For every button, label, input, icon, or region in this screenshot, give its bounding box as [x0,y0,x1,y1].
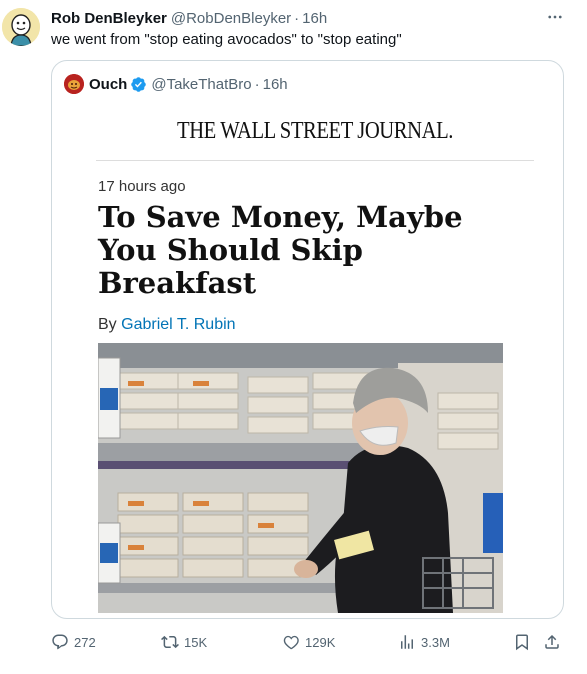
views-count: 3.3M [421,634,450,650]
quote-author-handle[interactable]: @TakeThatBro [151,76,251,93]
repost-count: 15K [184,634,208,650]
more-horizontal-icon[interactable] [541,6,569,28]
shopper-in-egg-aisle-photo [98,343,503,613]
article-byline: By Gabriel T. Rubin [98,316,236,334]
reply-count: 272 [74,634,96,650]
tweet-text: we went from "stop eating avocados" to "… [51,31,402,48]
share-button[interactable] [543,627,561,657]
tweet[interactable]: Rob DenBleyker @RobDenBleyker · 16h we w… [0,0,587,674]
publication-masthead: THE WALL STREET JOURNAL. [177,118,453,144]
views-button[interactable]: 3.3M [398,627,450,657]
tweet-timestamp[interactable]: 16h [302,10,327,27]
masthead-divider [96,160,534,161]
byline-prefix: By [98,316,117,333]
repost-button[interactable]: 15K [161,627,207,657]
like-icon [283,635,299,650]
article-posted-time: 17 hours ago [98,178,186,195]
views-icon [401,635,413,649]
bookmark-icon [516,634,528,651]
like-button[interactable]: 129K [282,627,335,657]
byline-author: Gabriel T. Rubin [121,316,236,333]
like-count: 129K [305,634,336,650]
author-handle[interactable]: @RobDenBleyker [171,10,291,27]
tweet-header: Rob DenBleyker @RobDenBleyker · 16h [51,8,327,28]
verified-badge-icon [130,76,147,93]
quote-author-name[interactable]: Ouch [89,76,127,93]
separator-dot: · [254,75,260,93]
quote-header: Ouch @TakeThatBro · 16h [64,73,288,95]
separator-dot: · [294,9,300,27]
author-avatar[interactable] [2,8,40,46]
article-screenshot[interactable]: THE WALL STREET JOURNAL. 17 hours ago To… [96,113,534,618]
tweet-actions-bar: 272 15K 129K 3.3M [51,627,567,657]
author-name[interactable]: Rob DenBleyker [51,10,167,27]
quote-avatar[interactable] [64,74,84,94]
share-icon [545,634,559,649]
article-headline: To Save Money, Maybe You Should Skip Bre… [98,200,463,300]
quote-timestamp[interactable]: 16h [263,76,288,93]
reply-icon [52,634,68,650]
repost-icon [161,635,179,649]
reply-button[interactable]: 272 [51,627,96,657]
quoted-tweet[interactable]: Ouch @TakeThatBro · 16h THE WALL STREET … [51,60,564,619]
bookmark-button[interactable] [513,627,531,657]
